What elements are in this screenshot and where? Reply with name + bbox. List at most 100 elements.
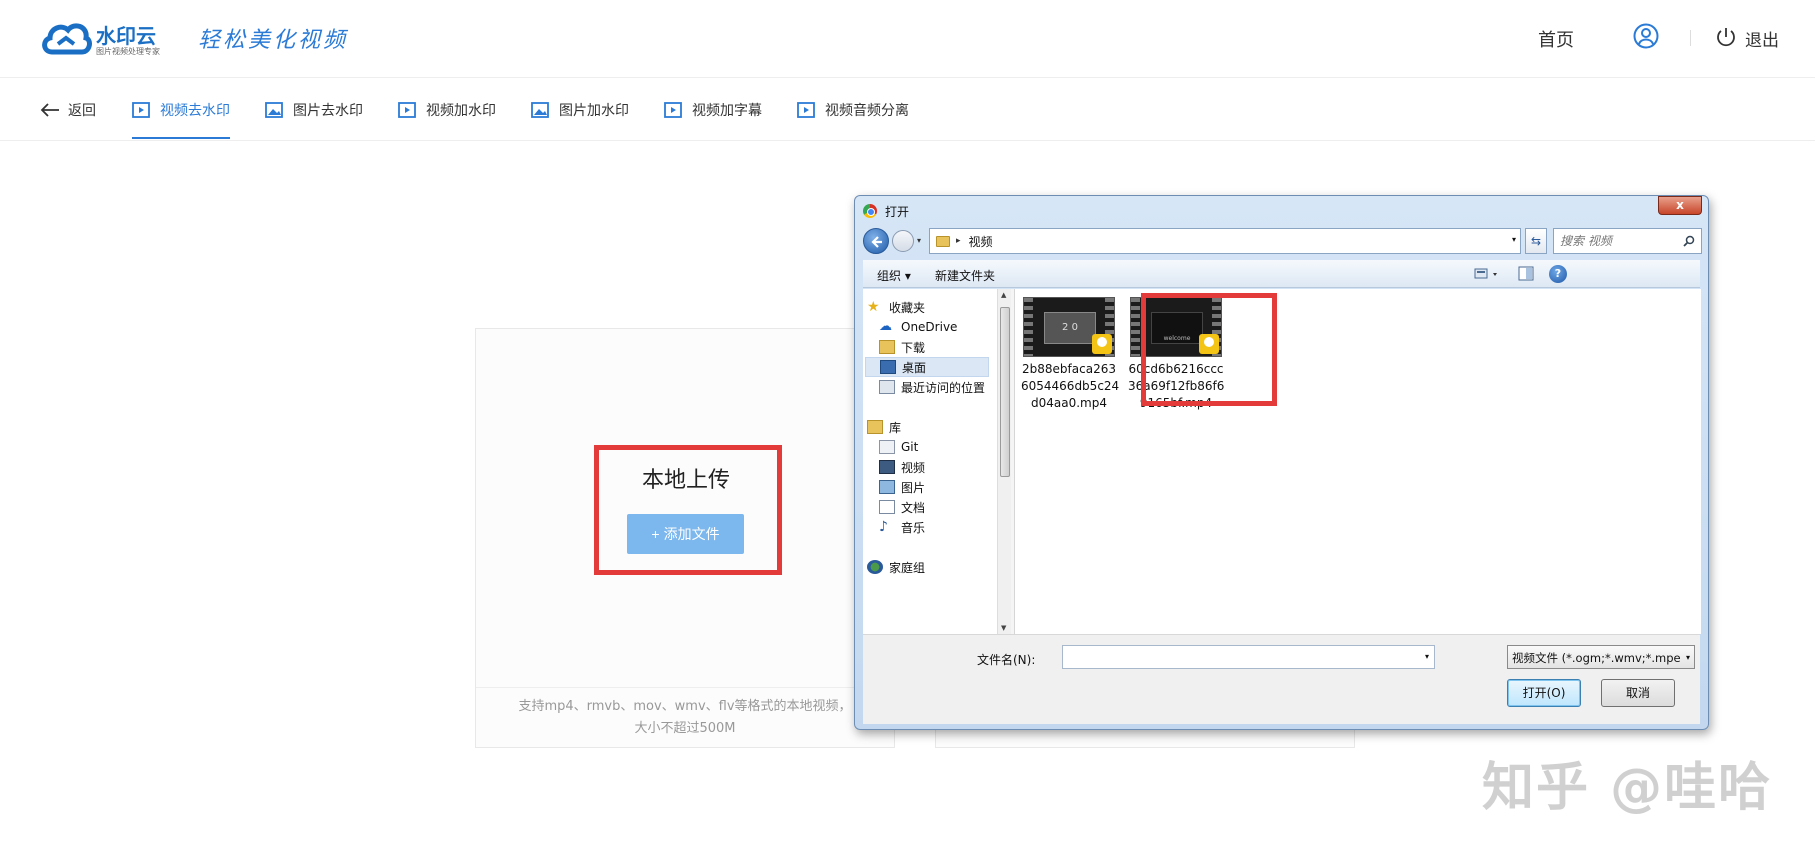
open-button[interactable]: 打开(O) — [1507, 679, 1581, 707]
nav-label: 图片 — [901, 480, 926, 495]
dialog-close-button[interactable]: x — [1658, 196, 1702, 215]
preview-pane-icon[interactable] — [1517, 265, 1535, 283]
search-input[interactable] — [1554, 229, 1674, 253]
tab-video-audio-split[interactable]: 视频音频分离 — [797, 78, 909, 141]
forward-nav-button[interactable] — [892, 230, 914, 252]
tab-label: 图片加水印 — [559, 102, 629, 119]
nav-music[interactable]: ♪ 音乐 — [879, 517, 925, 537]
nav-label: 收藏夹 — [889, 300, 926, 315]
tab-image-remove-watermark[interactable]: 图片去水印 — [265, 78, 363, 141]
search-box — [1553, 228, 1702, 254]
nav-scrollbar[interactable]: ▲ ▼ — [997, 289, 1011, 634]
power-icon — [1717, 28, 1735, 47]
nav-home-link[interactable]: 首页 — [1538, 26, 1574, 52]
back-nav-button[interactable] — [863, 228, 889, 254]
nav-label: 桌面 — [902, 360, 927, 375]
nav-git[interactable]: Git — [879, 437, 918, 457]
nav-label: OneDrive — [901, 320, 958, 334]
navigation-pane: ★ 收藏夹 ☁ OneDrive 下载 桌面 最近访问的位置 库 Git 视频 … — [863, 289, 997, 634]
file-name-line: 6054466db5c24 — [1021, 379, 1120, 393]
scroll-thumb[interactable] — [1000, 307, 1010, 477]
nav-label: 音乐 — [901, 520, 926, 535]
recent-places-icon — [879, 380, 895, 394]
player-badge-icon — [1092, 334, 1112, 354]
thumbnail-text: 2 0 — [1044, 312, 1096, 344]
video-icon — [664, 101, 682, 118]
music-note-icon: ♪ — [879, 519, 888, 535]
logout-label: 退出 — [1745, 31, 1779, 51]
open-file-dialog: 打开 x ▾ ▸ 视频 ▾ ⇆ 组织 ▾ 新建文件夹 — [854, 195, 1709, 730]
nav-label: 库 — [889, 420, 902, 435]
address-bar[interactable]: ▸ 视频 ▾ — [929, 228, 1521, 254]
address-dropdown[interactable]: ▾ — [1512, 235, 1516, 244]
picture-icon — [879, 480, 895, 494]
nav-recent[interactable]: 最近访问的位置 — [879, 377, 985, 397]
nav-onedrive[interactable]: ☁ OneDrive — [879, 317, 957, 337]
nav-homegroup[interactable]: 家庭组 — [867, 557, 925, 577]
tab-video-remove-watermark[interactable]: 视频去水印 — [132, 78, 230, 141]
nav-label: 最近访问的位置 — [901, 380, 986, 395]
tab-image-add-watermark[interactable]: 图片加水印 — [531, 78, 629, 141]
upload-hint: 支持mp4、rmvb、mov、wmv、flv等格式的本地视频，大小不超过500M — [476, 687, 894, 747]
nav-desktop[interactable]: 桌面 — [865, 357, 989, 377]
nav-downloads[interactable]: 下载 — [879, 337, 925, 357]
nav-favorites[interactable]: ★ 收藏夹 — [867, 297, 925, 317]
image-icon — [531, 101, 549, 118]
star-icon: ★ — [867, 299, 880, 315]
nav-libraries[interactable]: 库 — [867, 417, 901, 437]
refresh-button[interactable]: ⇆ — [1525, 228, 1547, 254]
filename-dropdown[interactable]: ▾ — [1425, 652, 1429, 661]
back-label: 返回 — [68, 102, 96, 119]
logo-name: 水印云 — [96, 24, 156, 48]
new-folder-button[interactable]: 新建文件夹 — [935, 267, 995, 284]
file-list: 2 0 2b88ebfaca263 6054466db5c24 d04aa0.m… — [1015, 289, 1701, 634]
scroll-up-arrow[interactable]: ▲ — [1001, 291, 1006, 299]
filename-label: 文件名(N): — [977, 653, 1036, 667]
logo[interactable]: 水印云 图片视频处理专家 — [40, 18, 170, 60]
film-icon — [879, 460, 895, 474]
command-bar: 组织 ▾ 新建文件夹 ? — [863, 260, 1700, 288]
chevron-right-icon[interactable]: ▸ — [956, 236, 961, 246]
highlight-box — [1141, 293, 1277, 406]
arrow-left-icon — [871, 236, 882, 248]
nav-pictures[interactable]: 图片 — [879, 477, 925, 497]
user-icon[interactable] — [1633, 23, 1659, 49]
filetype-select[interactable]: 视频文件 (*.ogm;*.wmv;*.mpe ▾ — [1507, 645, 1695, 669]
tab-label: 视频音频分离 — [825, 102, 909, 119]
zhihu-watermark: 知乎 @哇哈 — [1482, 758, 1773, 818]
help-icon[interactable]: ? — [1549, 265, 1567, 283]
video-icon — [398, 101, 416, 118]
filename-input[interactable] — [1063, 646, 1403, 668]
document-icon — [879, 500, 895, 514]
download-folder-icon — [879, 340, 895, 354]
file-item[interactable]: 2 0 2b88ebfaca263 6054466db5c24 d04aa0.m… — [1021, 297, 1120, 412]
recent-pages-dropdown[interactable]: ▾ — [917, 236, 921, 245]
dialog-title: 打开 — [885, 205, 910, 219]
nav-label: 视频 — [901, 460, 926, 475]
search-icon[interactable] — [1683, 235, 1695, 247]
video-icon — [797, 101, 815, 118]
nav-videos[interactable]: 视频 — [879, 457, 925, 477]
tab-video-add-watermark[interactable]: 视频加水印 — [398, 78, 496, 141]
file-name-line: d04aa0.mp4 — [1031, 396, 1107, 410]
site-header: 水印云 图片视频处理专家 轻松美化视频 首页 退出 — [0, 0, 1815, 78]
video-icon — [132, 101, 150, 118]
address-row: ▾ ▸ 视频 ▾ ⇆ — [863, 228, 1702, 254]
arrow-left-icon — [40, 102, 59, 117]
filename-field: ▾ — [1062, 645, 1435, 669]
dialog-footer: 文件名(N): ▾ 视频文件 (*.ogm;*.wmv;*.mpe ▾ 打开(O… — [863, 634, 1700, 724]
cancel-button[interactable]: 取消 — [1601, 679, 1675, 707]
nav-label: 下载 — [901, 340, 926, 355]
tab-label: 图片去水印 — [293, 102, 363, 119]
tab-label: 视频加字幕 — [692, 102, 762, 119]
breadcrumb-videos[interactable]: 视频 — [969, 233, 993, 250]
nav-documents[interactable]: 文档 — [879, 497, 925, 517]
back-button[interactable]: 返回 — [40, 78, 96, 141]
logo-subtitle: 图片视频处理专家 — [96, 47, 160, 56]
tab-video-add-subtitle[interactable]: 视频加字幕 — [664, 78, 762, 141]
organize-menu[interactable]: 组织 ▾ — [877, 267, 911, 284]
image-icon — [265, 101, 283, 118]
header-divider — [1690, 30, 1691, 46]
view-options-icon[interactable] — [1473, 265, 1503, 283]
scroll-down-arrow[interactable]: ▼ — [1001, 624, 1006, 632]
